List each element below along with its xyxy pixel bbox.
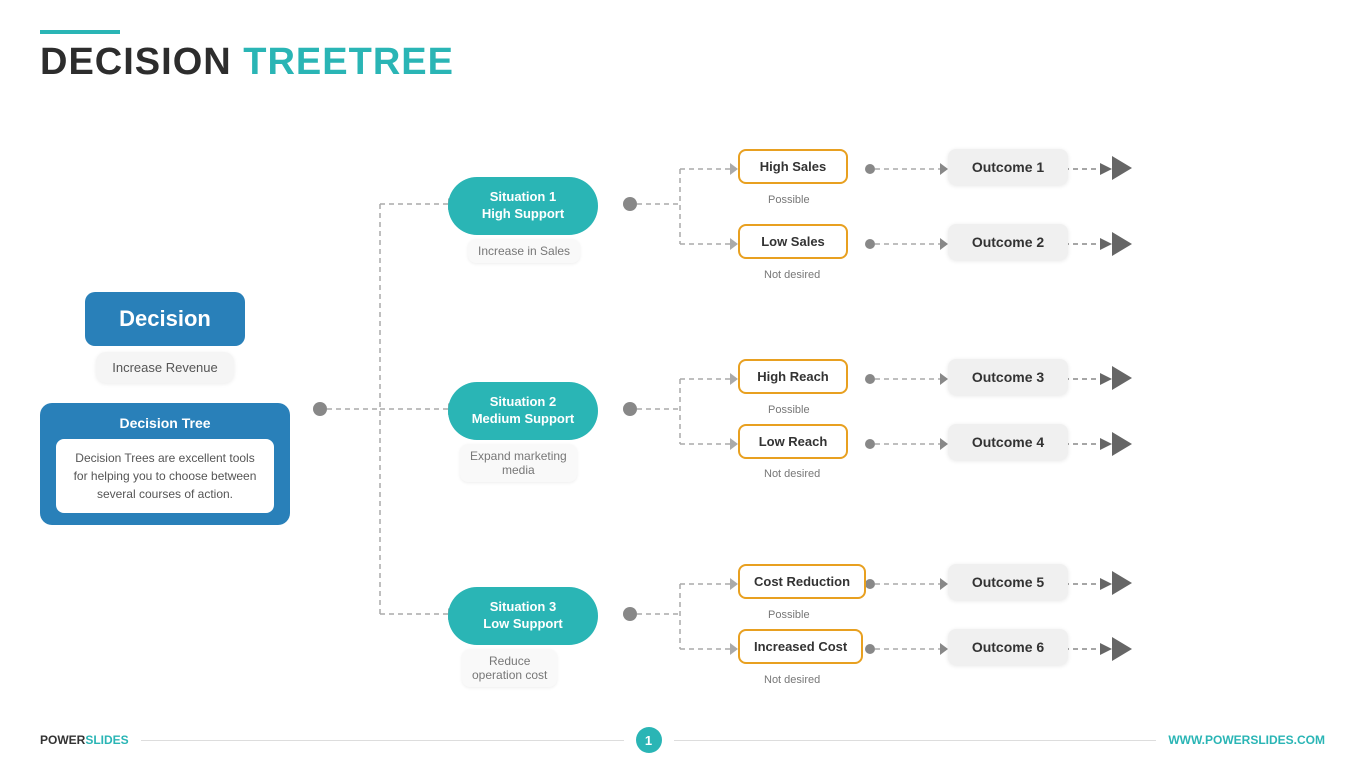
arrow-c2 [730, 238, 738, 250]
sit3-sublabel: Reduce operation cost [462, 649, 557, 687]
info-box: Decision Tree Decision Trees are excelle… [40, 403, 290, 525]
arrow-o4 [940, 438, 948, 450]
c3-dot [865, 374, 875, 384]
chance-high-sales-sublabel: Possible [768, 194, 810, 206]
info-box-body: Decision Trees are excellent tools for h… [56, 439, 274, 513]
tree-area: Situation 1 High Support Increase in Sal… [300, 94, 1325, 724]
chance-low-reach: Low Reach [738, 424, 848, 459]
outcome-2-box: Outcome 2 [948, 224, 1068, 260]
footer: POWERSLIDES 1 WWW.POWERSLIDES.COM [40, 727, 1325, 753]
chance-high-sales: High Sales [738, 149, 848, 184]
final-arrow-o5 [1100, 578, 1112, 590]
header-bar [40, 30, 120, 34]
outcome-3-box: Outcome 3 [948, 359, 1068, 395]
chance-increased-cost-sublabel: Not desired [764, 674, 820, 686]
outcome6-final-arrow [1112, 637, 1132, 661]
arrow-c1 [730, 163, 738, 175]
final-arrow-o6 [1100, 643, 1112, 655]
decision-node-area: Decision Increase Revenue [40, 292, 290, 383]
title-tree: TREE [243, 41, 348, 83]
situation-1-node: Situation 1 High Support [448, 177, 598, 235]
footer-website: WWW.POWERSLIDES.COM [1168, 733, 1325, 747]
sit2-line1: Situation 2 [490, 394, 556, 409]
arrow-c5 [730, 578, 738, 590]
arrow-c4 [730, 438, 738, 450]
main-content: Decision Increase Revenue Decision Tree … [40, 94, 1325, 724]
sit1-sublabel: Increase in Sales [468, 239, 580, 263]
arrow-o6 [940, 643, 948, 655]
outcome3-final-arrow [1112, 366, 1132, 390]
chance-increased-cost: Increased Cost [738, 629, 863, 664]
chance-low-sales-sublabel: Not desired [764, 269, 820, 281]
arrow-o3 [940, 373, 948, 385]
c5-dot [865, 579, 875, 589]
c2-dot [865, 239, 875, 249]
footer-power: POWER [40, 733, 85, 747]
outcome-5-box: Outcome 5 [948, 564, 1068, 600]
outcome-1-box: Outcome 1 [948, 149, 1068, 185]
footer-line-right [674, 740, 1157, 741]
outcome4-final-arrow [1112, 432, 1132, 456]
footer-line-left [141, 740, 624, 741]
outcome-6-box: Outcome 6 [948, 629, 1068, 665]
chance-low-reach-sublabel: Not desired [764, 468, 820, 480]
situation-3-node: Situation 3 Low Support [448, 587, 598, 645]
chance-cost-reduction: Cost Reduction [738, 564, 866, 599]
footer-brand: POWERSLIDES [40, 733, 129, 747]
arrow-o5 [940, 578, 948, 590]
sit2-sublabel: Expand marketing media [460, 444, 577, 482]
c6-dot [865, 644, 875, 654]
sit3-dot [623, 607, 637, 621]
outcome1-final-arrow [1112, 156, 1132, 180]
sit2-dot [623, 402, 637, 416]
c4-dot [865, 439, 875, 449]
sit1-dot [623, 197, 637, 211]
outcome5-final-arrow [1112, 571, 1132, 595]
sit2-line2: Medium Support [472, 411, 575, 426]
arrow-o2 [940, 238, 948, 250]
chance-high-reach: High Reach [738, 359, 848, 394]
sit3-line2: Low Support [483, 616, 562, 631]
arrow-o1 [940, 163, 948, 175]
title-decision: DECISION [40, 41, 232, 83]
decision-sublabel: Increase Revenue [96, 352, 234, 383]
title-tree-word: TREE [349, 41, 454, 83]
final-arrow-o3 [1100, 373, 1112, 385]
sit1-line1: Situation 1 [490, 189, 556, 204]
info-box-title: Decision Tree [56, 415, 274, 431]
left-panel: Decision Increase Revenue Decision Tree … [40, 94, 300, 724]
outcome-4-box: Outcome 4 [948, 424, 1068, 460]
c1-dot [865, 164, 875, 174]
outcome2-final-arrow [1112, 232, 1132, 256]
footer-slides: SLIDES [85, 733, 128, 747]
chance-high-reach-sublabel: Possible [768, 404, 810, 416]
page: DECISION TREETREE Decision Increase Reve… [0, 0, 1365, 767]
final-arrow-o4 [1100, 438, 1112, 450]
final-arrow-o1 [1100, 163, 1112, 175]
sit3-line1: Situation 3 [490, 599, 556, 614]
chance-cost-reduction-sublabel: Possible [768, 609, 810, 621]
final-arrow-o2 [1100, 238, 1112, 250]
chance-low-sales: Low Sales [738, 224, 848, 259]
decision-dot [313, 402, 327, 416]
arrow-c6 [730, 643, 738, 655]
arrow-c3 [730, 373, 738, 385]
sit1-line2: High Support [482, 206, 564, 221]
page-title: DECISION TREETREE [40, 42, 1325, 84]
footer-page-number: 1 [636, 727, 662, 753]
decision-box: Decision [85, 292, 245, 346]
situation-2-node: Situation 2 Medium Support [448, 382, 598, 440]
